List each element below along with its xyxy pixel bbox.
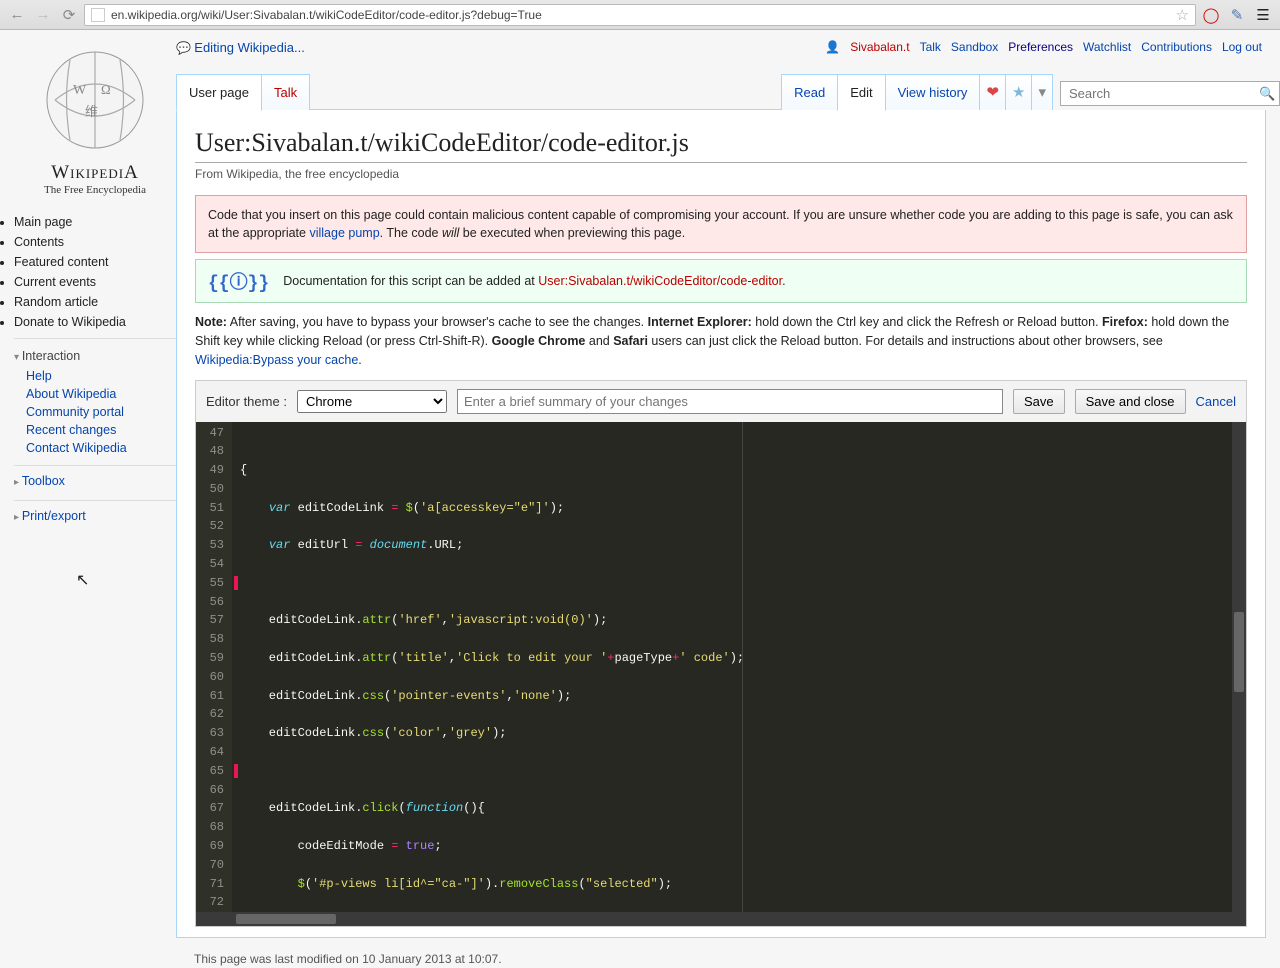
editing-banner[interactable]: Editing Wikipedia...	[176, 40, 305, 55]
svg-text:W: W	[73, 83, 87, 98]
sidebar-link-community[interactable]: Community portal	[26, 405, 124, 419]
sidebar-link-current-events[interactable]: Current events	[14, 275, 96, 289]
tab-user-page[interactable]: User page	[176, 74, 262, 111]
sidebar-link-main-page[interactable]: Main page	[14, 215, 72, 229]
save-close-button[interactable]: Save and close	[1075, 389, 1186, 414]
sidebar-link-featured[interactable]: Featured content	[14, 255, 109, 269]
print-margin	[742, 422, 743, 912]
sidebar-link-help[interactable]: Help	[26, 369, 52, 383]
bypass-cache-link[interactable]: Wikipedia:Bypass your cache	[195, 353, 358, 367]
documentation-box: {{ⓘ}} Documentation for this script can …	[195, 259, 1247, 303]
bookmark-star-icon[interactable]: ☆	[1176, 6, 1189, 24]
personal-contributions[interactable]: Contributions	[1141, 40, 1212, 54]
tab-dropdown-icon[interactable]: ▾	[1031, 74, 1053, 110]
user-icon: 👤	[825, 40, 840, 54]
theme-label: Editor theme :	[206, 394, 287, 409]
editor-toolbar: Editor theme : Chrome Save Save and clos…	[196, 381, 1246, 422]
line-number-gutter: 4748495051525354555657585960616263646566…	[196, 422, 232, 912]
extension-icon[interactable]: ✎	[1226, 4, 1248, 26]
mouse-cursor-icon: ↖	[76, 570, 89, 590]
tab-read[interactable]: Read	[781, 74, 838, 110]
personal-logout[interactable]: Log out	[1222, 40, 1262, 54]
watch-star-icon[interactable]: ★	[1005, 74, 1032, 110]
url-bar[interactable]: en.wikipedia.org/wiki/User:Sivabalan.t/w…	[84, 4, 1196, 26]
sidebar-link-donate[interactable]: Donate to Wikipedia	[14, 315, 126, 329]
sidebar-heading-interaction[interactable]: Interaction	[14, 345, 176, 367]
page-icon	[91, 8, 105, 22]
page-title: User:Sivabalan.t/wikiCodeEditor/code-edi…	[195, 128, 1247, 163]
sidebar-section-printexport: Print/export	[14, 500, 176, 527]
forward-icon[interactable]: →	[32, 4, 54, 26]
page-footer: This page was last modified on 10 Januar…	[176, 938, 1280, 966]
svg-text:维: 维	[85, 104, 98, 119]
globe-icon: WΩ维	[35, 48, 155, 158]
personal-links: 👤 Sivabalan.t Talk Sandbox Preferences W…	[825, 40, 1262, 54]
tab-edit[interactable]: Edit	[837, 74, 885, 111]
village-pump-link[interactable]: village pump	[309, 226, 379, 240]
doc-link[interactable]: User:Sivabalan.t/wikiCodeEditor/code-edi…	[538, 274, 782, 288]
sidebar-link-contents[interactable]: Contents	[14, 235, 64, 249]
sidebar-link-contact[interactable]: Contact Wikipedia	[26, 441, 127, 455]
horizontal-scrollbar[interactable]	[196, 912, 1246, 926]
adblock-icon[interactable]: ◯	[1200, 4, 1222, 26]
cancel-link[interactable]: Cancel	[1196, 394, 1236, 409]
tab-view-history[interactable]: View history	[885, 74, 981, 110]
personal-watchlist[interactable]: Watchlist	[1083, 40, 1131, 54]
main-content: User:Sivabalan.t/wikiCodeEditor/code-edi…	[176, 110, 1266, 938]
url-text: en.wikipedia.org/wiki/User:Sivabalan.t/w…	[111, 8, 1170, 22]
editor-wrap: Editor theme : Chrome Save Save and clos…	[195, 380, 1247, 927]
cache-note: Note: After saving, you have to bypass y…	[195, 313, 1247, 369]
menu-icon[interactable]: ☰	[1252, 4, 1274, 26]
template-icon: {{ⓘ}}	[208, 268, 269, 294]
sidebar-heading-printexport[interactable]: Print/export	[14, 505, 176, 527]
sidebar-heading-toolbox[interactable]: Toolbox	[14, 470, 176, 492]
last-modified: This page was last modified on 10 Januar…	[194, 952, 502, 966]
personal-preferences[interactable]: Preferences	[1008, 40, 1073, 54]
logo-tagline: The Free Encyclopedia	[14, 184, 176, 196]
sidebar-section-interaction: Interaction Help About Wikipedia Communi…	[14, 345, 176, 457]
sidebar-link-recent-changes[interactable]: Recent changes	[26, 423, 116, 437]
search-input[interactable]	[1061, 86, 1253, 101]
browser-toolbar: ← → ⟳ en.wikipedia.org/wiki/User:Sivabal…	[0, 0, 1280, 30]
content-column: Editing Wikipedia... 👤 Sivabalan.t Talk …	[176, 30, 1280, 968]
personal-sandbox[interactable]: Sandbox	[951, 40, 998, 54]
svg-text:Ω: Ω	[101, 82, 111, 97]
page-tabs: User page Talk Read Edit View history ❤ …	[176, 74, 1280, 110]
personal-talk[interactable]: Talk	[920, 40, 941, 54]
heart-icon[interactable]: ❤	[979, 74, 1006, 110]
sidebar-link-about[interactable]: About Wikipedia	[26, 387, 116, 401]
search-icon[interactable]: 🔍	[1253, 86, 1280, 102]
reload-icon[interactable]: ⟳	[58, 4, 80, 26]
sidebar-link-random[interactable]: Random article	[14, 295, 98, 309]
save-button[interactable]: Save	[1013, 389, 1065, 414]
logo-wordmark: WikipediA	[14, 162, 176, 184]
code-body[interactable]: { var editCodeLink = $('a[accesskey="e"]…	[232, 422, 1232, 912]
page-subtitle: From Wikipedia, the free encyclopedia	[195, 167, 1247, 181]
sidebar: WΩ维 WikipediA The Free Encyclopedia Main…	[0, 30, 176, 968]
wikipedia-logo[interactable]: WΩ维 WikipediA The Free Encyclopedia	[14, 48, 176, 196]
tab-talk[interactable]: Talk	[261, 74, 310, 110]
sidebar-main-nav: Main page Contents Featured content Curr…	[14, 212, 176, 339]
code-editor[interactable]: 4748495051525354555657585960616263646566…	[196, 422, 1246, 912]
user-link[interactable]: Sivabalan.t	[850, 40, 909, 54]
vertical-scrollbar[interactable]	[1232, 422, 1246, 912]
theme-select[interactable]: Chrome	[297, 390, 447, 413]
sidebar-section-toolbox: Toolbox	[14, 465, 176, 492]
back-icon[interactable]: ←	[6, 4, 28, 26]
search-box: 🔍	[1060, 81, 1280, 106]
security-warning-box: Code that you insert on this page could …	[195, 195, 1247, 253]
edit-summary-input[interactable]	[457, 389, 1003, 414]
